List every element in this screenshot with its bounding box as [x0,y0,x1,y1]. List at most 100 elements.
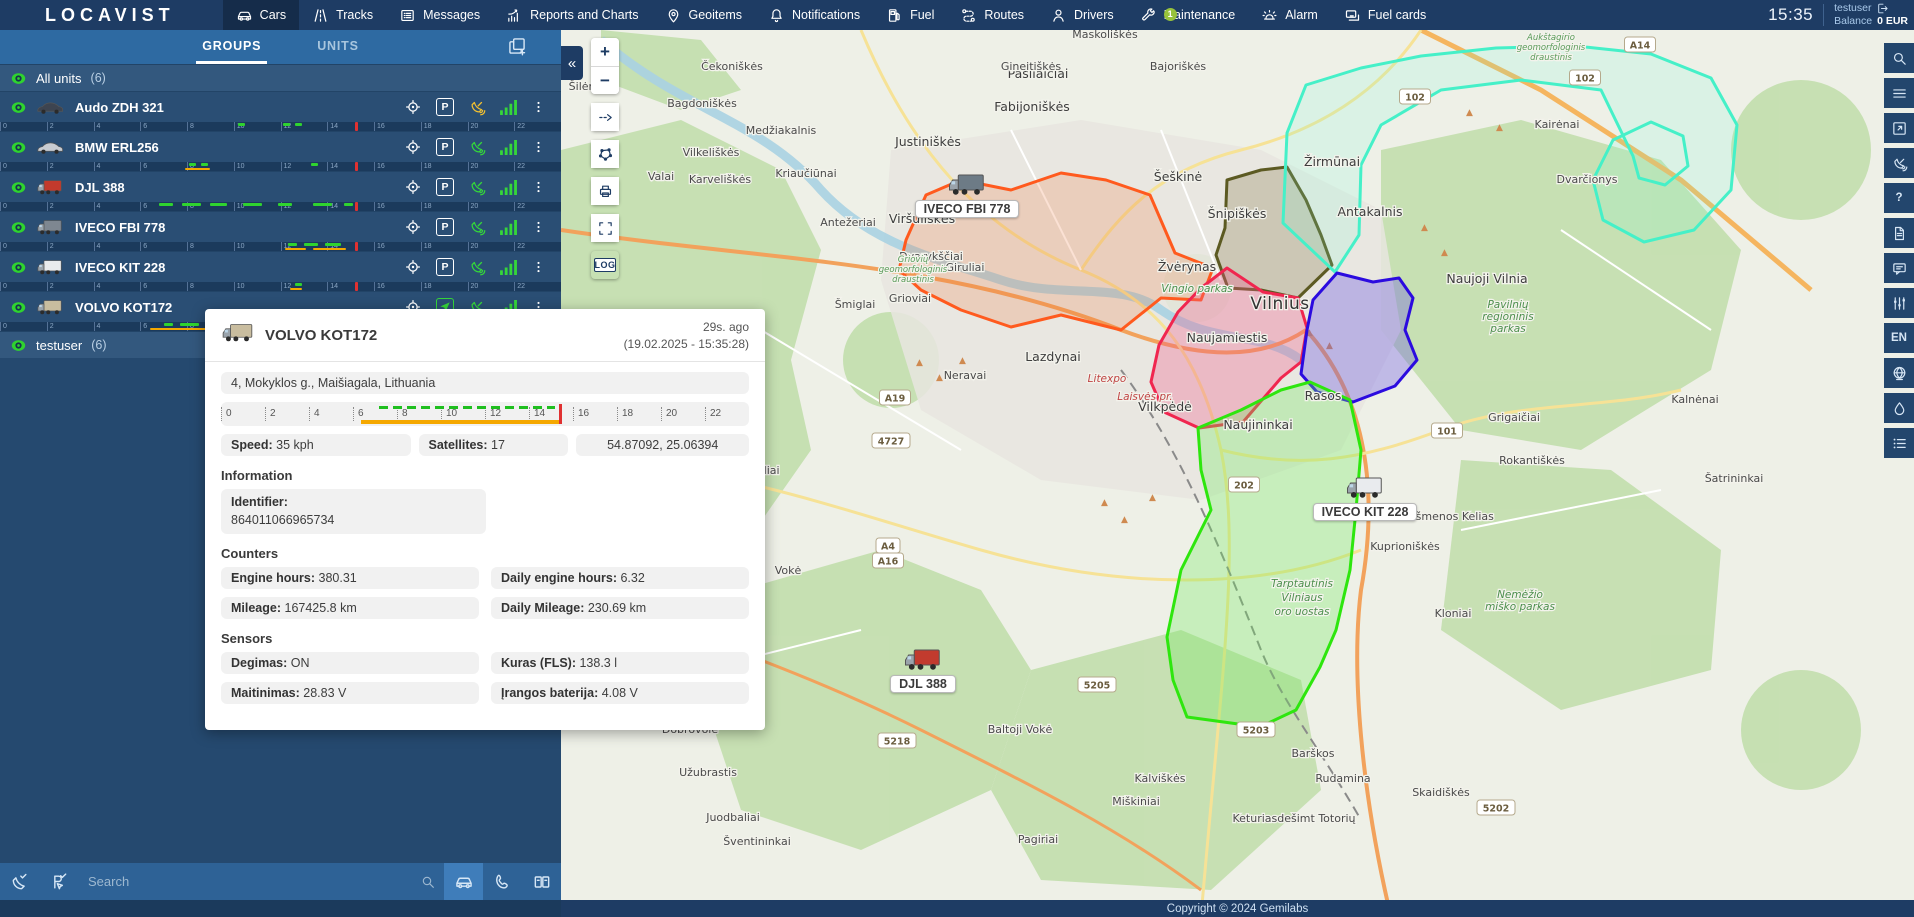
unit-row[interactable]: BMW ERL256P [0,131,561,162]
road-badge: 5205 [1078,677,1116,692]
row-menu-icon[interactable] [531,219,546,235]
geozone-filter-button[interactable] [0,863,39,900]
nav-item-notifications[interactable]: Notifications [755,0,873,30]
signal-bars-icon [500,140,517,155]
parked-icon[interactable]: P [436,178,454,196]
unit-row[interactable]: IVECO FBI 778P [0,211,561,242]
svg-text:A16: A16 [878,557,899,568]
parked-icon[interactable]: P [436,138,454,156]
svg-text:▲: ▲ [1121,515,1128,525]
sidebar-collapse-button[interactable]: « [561,46,583,80]
svg-text:▲: ▲ [1421,223,1428,233]
units-view-button[interactable] [444,863,483,900]
parked-icon[interactable]: P [436,218,454,236]
nav-item-maintenance[interactable]: 1Maintenance [1127,0,1249,30]
locate-icon[interactable] [404,138,422,156]
visibility-eye-icon[interactable] [10,259,27,276]
unit-activity-strip[interactable]: 0246810121416182022 [0,122,561,131]
group-label: testuser [36,338,82,353]
unit-activity-strip[interactable]: 0246810121416182022 [0,162,561,171]
alarm-icon [1261,7,1278,24]
language-tool-button[interactable]: EN [1884,323,1914,353]
phone-button[interactable] [483,863,522,900]
row-menu-icon[interactable] [531,99,546,115]
tab-units[interactable]: UNITS [311,30,365,64]
unit-activity-strip[interactable]: 0246810121416182022 [0,242,561,251]
zoom-out-button[interactable]: − [591,66,619,94]
document-tool-button[interactable] [1884,218,1914,248]
locate-icon[interactable] [404,258,422,276]
map-label: Aukštagirio [1526,32,1575,43]
fullscreen-button[interactable] [591,214,619,242]
nav-item-cars[interactable]: Cars [223,0,299,30]
parking-filter-button[interactable] [39,863,78,900]
logout-icon[interactable] [1876,2,1889,15]
activity-timeline[interactable]: 0246810121416182022 [221,402,749,426]
nav-item-fuel[interactable]: Fuel [873,0,947,30]
expand-tool-button[interactable] [1884,113,1914,143]
nav-item-drivers[interactable]: Drivers [1037,0,1127,30]
split-panels-button[interactable] [522,863,561,900]
unit-row[interactable]: DJL 388P [0,171,561,202]
search-tool-button[interactable] [1884,43,1914,73]
last-update-ago: 29s. ago [624,319,749,336]
row-menu-icon[interactable] [531,179,546,195]
unit-row[interactable]: Audo ZDH 321 P [0,91,561,122]
nav-item-routes[interactable]: Routes [947,0,1037,30]
unit-name: Audo ZDH 321 [75,100,164,115]
print-button[interactable] [591,177,619,205]
search-input[interactable] [86,873,420,890]
visibility-eye-icon[interactable] [10,299,27,316]
nav-item-fuelcards[interactable]: Fuel cards [1331,0,1439,30]
parked-icon[interactable]: P [436,98,454,116]
unit-activity-strip[interactable]: 0246810121416182022 [0,282,561,291]
vehicle-marker[interactable]: IVECO KIT 228 [1325,474,1405,521]
nav-item-geoitems[interactable]: Geoitems [652,0,756,30]
parked-icon[interactable]: P [436,258,454,276]
row-menu-icon[interactable] [531,259,546,275]
measure-arrow-button[interactable] [591,103,619,131]
road-badge: A14 [1625,37,1656,52]
chat-tool-button[interactable] [1884,253,1914,283]
visibility-eye-icon[interactable] [10,179,27,196]
group-row[interactable]: All units(6) [0,64,561,91]
tab-groups[interactable]: GROUPS [196,30,267,64]
visibility-eye-icon[interactable] [10,99,27,116]
nav-label: Alarm [1285,8,1318,22]
sliders-tool-button[interactable] [1884,288,1914,318]
nav-item-tracks[interactable]: Tracks [299,0,386,30]
nav-item-alarm[interactable]: Alarm [1248,0,1331,30]
cards-icon [1344,7,1361,24]
menu-tool-button[interactable] [1884,78,1914,108]
vehicle-thumbnail [36,297,66,317]
data-pill: Identifier:864011066965734 [221,489,486,535]
log-button[interactable]: LOG [594,258,616,272]
zoom-in-button[interactable]: + [591,38,619,66]
visibility-eye-icon[interactable] [10,337,27,354]
locate-icon[interactable] [404,218,422,236]
locate-icon[interactable] [404,178,422,196]
vehicle-marker[interactable]: IVECO FBI 778 [927,171,1007,218]
nav-item-messages[interactable]: Messages [386,0,493,30]
locate-icon[interactable] [404,98,422,116]
satellite-tool-button[interactable] [1884,148,1914,178]
clock: 15:35 [1768,5,1813,25]
geofence-rasos[interactable] [1301,273,1417,402]
divider [1823,4,1824,26]
globe-tool-button[interactable] [1884,358,1914,388]
visibility-eye-icon[interactable] [10,219,27,236]
nav-item-reports[interactable]: Reports and Charts [493,0,651,30]
unit-activity-strip[interactable]: 0246810121416182022 [0,202,561,211]
map-label: Kalnėnai [1671,393,1718,406]
vehicle-marker[interactable]: DJL 388 [883,646,963,693]
row-menu-icon[interactable] [531,139,546,155]
unit-row[interactable]: IVECO KIT 228P [0,251,561,282]
water-drop-tool-button[interactable] [1884,393,1914,423]
visibility-eye-icon[interactable] [10,70,27,87]
list-tool-button[interactable] [1884,428,1914,458]
road-badge: 5202 [1477,800,1515,815]
visibility-eye-icon[interactable] [10,139,27,156]
polygon-tool-button[interactable] [591,140,619,168]
add-group-icon[interactable] [507,36,527,56]
help-tool-button[interactable]: ? [1884,183,1914,213]
